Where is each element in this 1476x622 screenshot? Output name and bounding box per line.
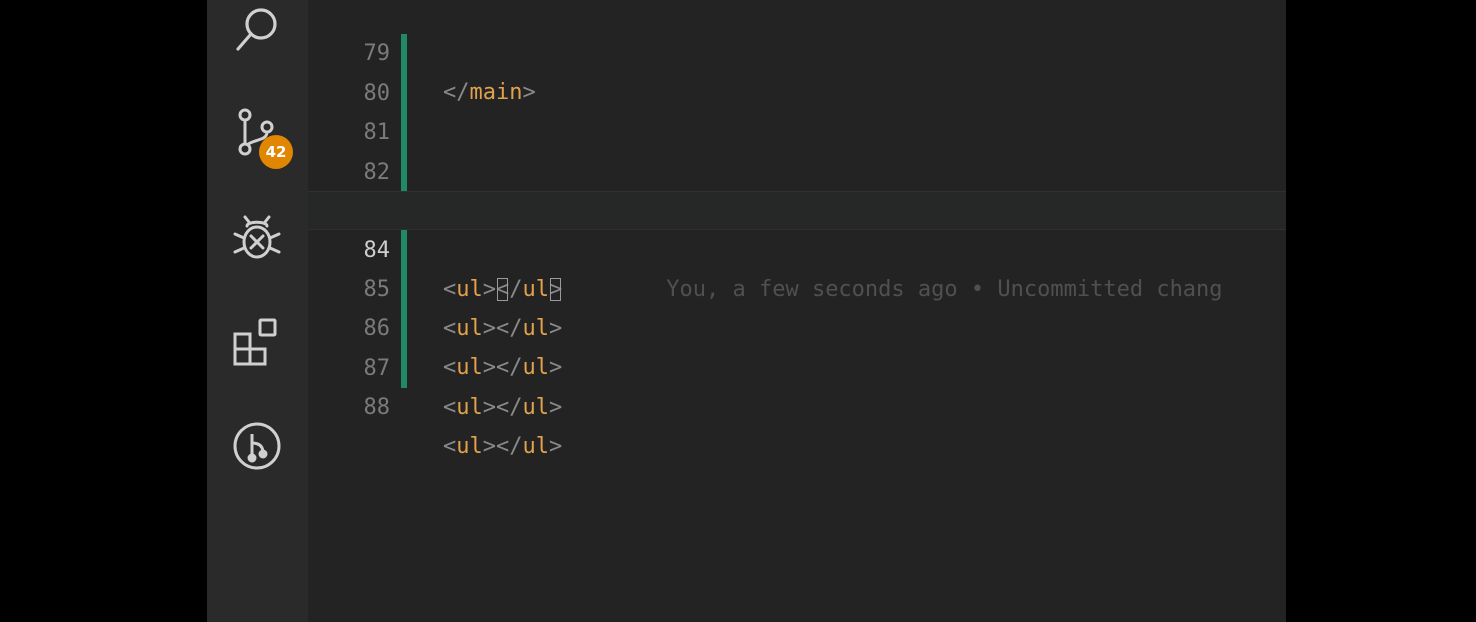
code-line-83[interactable]: 83 [308,153,1286,224]
tag-name: ul [522,434,550,459]
tag-name: ul [522,395,550,420]
line-code: <ul></ul> [443,395,563,420]
line-number: 88 [363,395,391,420]
code-line-87[interactable]: 87 <ul></ul> [308,310,1286,420]
code-editor[interactable]: 79 </main> 80 81 82 83 84 <ul></ul>You, … [308,0,1286,622]
code-line-85[interactable]: 85 <ul></ul> [308,231,1286,341]
extensions-icon[interactable] [229,314,285,370]
code-line-88[interactable]: 88 <ul></ul> [308,349,1286,459]
code-line-86[interactable]: 86 <ul></ul> [308,270,1286,380]
activity-bar: 42 [207,0,308,622]
code-line-80[interactable]: 80 [308,35,1286,106]
line-code: <ul></ul> [443,434,563,459]
code-line-81[interactable]: 81 [308,74,1286,145]
search-icon[interactable] [229,2,285,58]
tag-name: ul [456,434,483,459]
tag-name: ul [456,395,483,420]
source-control-badge: 42 [259,135,293,169]
debug-icon[interactable] [229,211,285,267]
code-line-79[interactable]: 79 </main> [308,0,1286,105]
git-graph-icon[interactable] [229,418,285,474]
code-line-82[interactable]: 82 [308,114,1286,185]
code-line-84-current[interactable]: 84 <ul></ul> You, a few seconds ago • Unc… [308,191,1286,302]
